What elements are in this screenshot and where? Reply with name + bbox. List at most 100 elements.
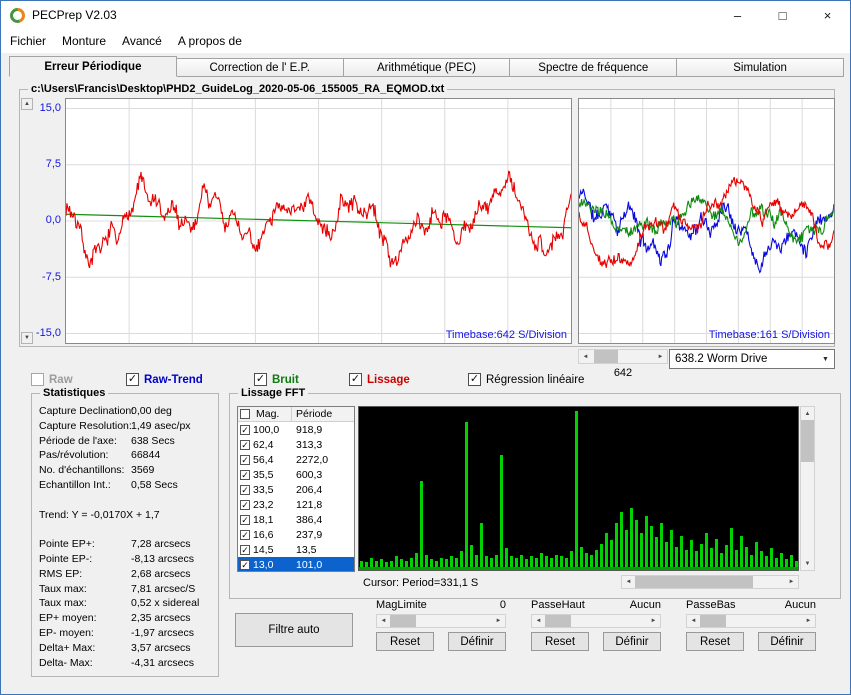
scroll-left-arrow-icon[interactable]: ◄ [579, 350, 592, 363]
stat-label: RMS EP: [39, 567, 83, 580]
fft-row-checkbox[interactable]: ✓ [240, 514, 250, 525]
fft-list-row[interactable]: ✓ 16,6 237,9 [238, 527, 354, 542]
fft-period-value: 237,9 [296, 528, 323, 541]
fft-list-row[interactable]: ✓ 100,0 918,9 [238, 422, 354, 437]
menu-item-fichier[interactable]: Fichier [2, 30, 54, 52]
checkbox-bruit[interactable]: ✓ Bruit [254, 373, 299, 386]
fft-row-checkbox[interactable]: ✓ [240, 559, 250, 570]
tab-erreur-p-riodique[interactable]: Erreur Périodique [9, 56, 177, 77]
define-button[interactable]: Définir [603, 632, 661, 651]
define-button[interactable]: Définir [758, 632, 816, 651]
slider-track[interactable] [700, 615, 802, 627]
slider-left-arrow-icon[interactable]: ◄ [377, 615, 390, 627]
stat-row: Trend: Y = -0,0170X + 1,7 [39, 509, 213, 524]
fft-row-checkbox[interactable]: ✓ [240, 484, 250, 495]
stat-row: Delta- Max: -4,31 arcsecs [39, 657, 213, 672]
fft-list-row[interactable]: ✓ 56,4 2272,0 [238, 452, 354, 467]
filter-slider[interactable]: ◄ ► [376, 614, 506, 628]
slider-left-arrow-icon[interactable]: ◄ [687, 615, 700, 627]
fft-header-checkbox[interactable] [240, 409, 250, 419]
scroll-track[interactable] [635, 576, 785, 588]
close-button[interactable]: × [805, 1, 850, 29]
fft-list-row[interactable]: ✓ 23,2 121,8 [238, 497, 354, 512]
define-button[interactable]: Définir [448, 632, 506, 651]
fft-mag-value: 13,0 [253, 558, 274, 571]
fft-horizontal-scrollbar[interactable]: ◄ ► [621, 575, 799, 589]
fft-spectrum-chart[interactable] [358, 406, 799, 571]
scroll-thumb[interactable] [594, 350, 618, 363]
stat-label: Taux max: [39, 597, 87, 610]
menu-item-a-propos-de[interactable]: A propos de [170, 30, 250, 52]
checkbox-raw-trend[interactable]: ✓ Raw-Trend [126, 373, 203, 386]
scroll-thumb[interactable] [801, 420, 814, 462]
minimize-button[interactable]: – [715, 1, 760, 29]
reset-button[interactable]: Reset [686, 632, 744, 651]
worm-scrollbar[interactable]: ◄ ► [578, 349, 668, 364]
scroll-right-arrow-icon[interactable]: ► [654, 350, 667, 363]
fft-row-checkbox[interactable]: ✓ [240, 454, 250, 465]
filter-slider[interactable]: ◄ ► [531, 614, 661, 628]
statistics-rows: Capture Declination: 0,00 deg Capture Reso… [39, 405, 213, 671]
app-icon [10, 7, 25, 23]
stat-row: Pas/révolution: 66844 [39, 449, 213, 464]
fft-row-checkbox[interactable]: ✓ [240, 424, 250, 435]
slider-track[interactable] [390, 615, 492, 627]
fft-list-row[interactable]: ✓ 35,5 600,3 [238, 467, 354, 482]
menu-item-monture[interactable]: Monture [54, 30, 114, 52]
fft-row-checkbox[interactable]: ✓ [240, 469, 250, 480]
scroll-left-arrow-icon[interactable]: ◄ [622, 576, 635, 588]
menu-item-avanc[interactable]: Avancé [114, 30, 170, 52]
checkbox-r-gression-lin-aire[interactable]: ✓ Régression linéaire [468, 373, 584, 386]
fft-list-row[interactable]: ✓ 62,4 313,3 [238, 437, 354, 452]
fft-list-row[interactable]: ✓ 13,0 101,0 [238, 557, 354, 571]
stat-label: Pointe EP-: [39, 552, 93, 565]
maximize-button[interactable]: □ [760, 1, 805, 29]
stat-value: 2,68 arcsecs [131, 567, 191, 580]
fft-spectrum-canvas[interactable] [359, 407, 798, 570]
slider-right-arrow-icon[interactable]: ► [647, 615, 660, 627]
ep-chart-canvas [65, 99, 572, 343]
fft-list-row[interactable]: ✓ 18,1 386,4 [238, 512, 354, 527]
slider-track[interactable] [545, 615, 647, 627]
slider-left-arrow-icon[interactable]: ◄ [532, 615, 545, 627]
statistics-title: Statistiques [40, 387, 109, 399]
scale-up-arrow-icon[interactable]: ▲ [21, 98, 33, 110]
fft-row-checkbox[interactable]: ✓ [240, 544, 250, 555]
filter-slider[interactable]: ◄ ► [686, 614, 816, 628]
scroll-right-arrow-icon[interactable]: ► [785, 576, 798, 588]
scroll-track[interactable] [801, 420, 814, 557]
auto-filter-button[interactable]: Filtre auto [235, 613, 353, 647]
tab-simulation[interactable]: Simulation [677, 58, 844, 77]
tab-spectre-de-fr-quence[interactable]: Spectre de fréquence [510, 58, 678, 77]
fft-mag-value: 35,5 [253, 468, 274, 481]
slider-right-arrow-icon[interactable]: ► [802, 615, 815, 627]
slider-thumb[interactable] [545, 615, 571, 627]
tab-correction-de-l-e-p[interactable]: Correction de l' E.P. [176, 58, 344, 77]
checkbox-lissage[interactable]: ✓ Lissage [349, 373, 410, 386]
slider-thumb[interactable] [390, 615, 416, 627]
fft-period-value: 13,5 [296, 543, 317, 556]
fft-row-checkbox[interactable]: ✓ [240, 499, 250, 510]
stat-row [39, 494, 213, 509]
fft-vertical-scrollbar[interactable]: ▲ ▼ [800, 406, 815, 571]
fft-list-row[interactable]: ✓ 33,5 206,4 [238, 482, 354, 497]
fft-row-checkbox[interactable]: ✓ [240, 529, 250, 540]
ep-chart: Timebase:642 S/Division [65, 98, 572, 344]
slider-right-arrow-icon[interactable]: ► [492, 615, 505, 627]
fft-list-header: Mag. Période [238, 407, 354, 422]
reset-button[interactable]: Reset [376, 632, 434, 651]
checkbox-raw[interactable]: Raw [31, 373, 73, 386]
worm-drive-select[interactable]: 638.2 Worm Drive ▼ [669, 349, 835, 369]
scale-down-arrow-icon[interactable]: ▼ [21, 332, 33, 344]
scroll-down-arrow-icon[interactable]: ▼ [801, 557, 814, 570]
y-axis-label: 7,5 [45, 158, 61, 171]
tab-arithm-tique-pec[interactable]: Arithmétique (PEC) [343, 58, 511, 77]
scroll-track[interactable] [592, 350, 654, 363]
reset-button[interactable]: Reset [531, 632, 589, 651]
fft-header-mag-label: Mag. [256, 408, 280, 420]
fft-list-row[interactable]: ✓ 14,5 13,5 [238, 542, 354, 557]
scroll-thumb[interactable] [635, 576, 753, 588]
scroll-up-arrow-icon[interactable]: ▲ [801, 407, 814, 420]
fft-row-checkbox[interactable]: ✓ [240, 439, 250, 450]
slider-thumb[interactable] [700, 615, 726, 627]
